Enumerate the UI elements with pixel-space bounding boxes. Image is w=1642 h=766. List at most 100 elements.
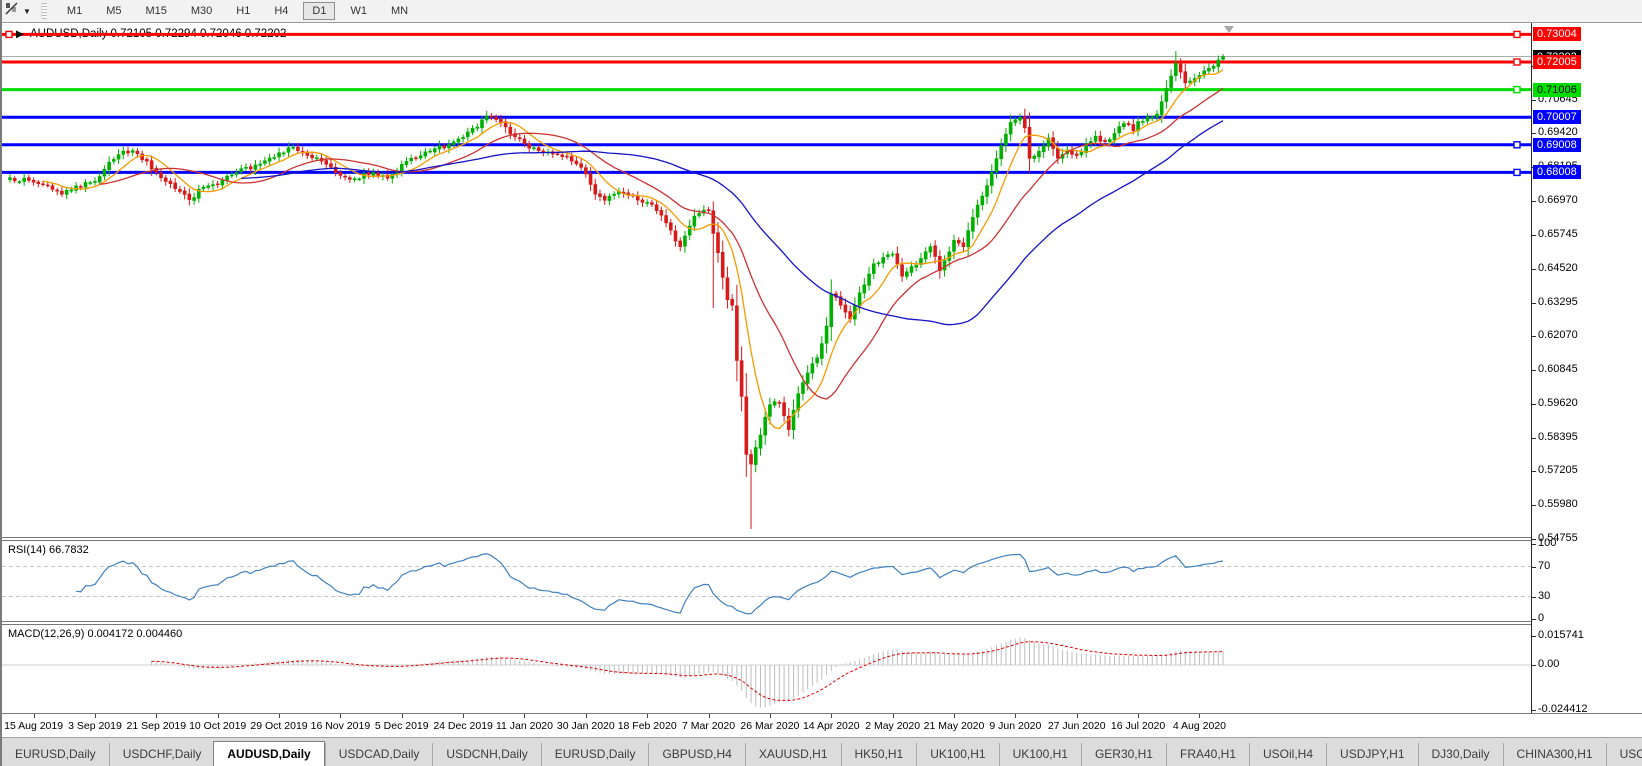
chart-tab-dj30-daily[interactable]: DJ30,Daily: [1418, 743, 1503, 766]
chart-tab-usoil-h4[interactable]: USOil,H4: [1249, 743, 1326, 766]
date-tick-mark: [1199, 714, 1200, 718]
date-tick-mark: [156, 714, 157, 718]
axis-tick-mark: [1532, 235, 1536, 236]
price-tick-label: 0.59620: [1538, 397, 1578, 409]
date-label: 7 Mar 2020: [682, 720, 735, 732]
chart-tab-ger30-h1[interactable]: GER30,H1: [1081, 743, 1166, 766]
date-axis[interactable]: 15 Aug 20193 Sep 201921 Sep 201910 Oct 2…: [2, 714, 1531, 737]
axis-tick-mark: [1532, 370, 1536, 371]
date-label: 15 Aug 2019: [4, 720, 63, 732]
date-label: 27 Jun 2020: [1048, 720, 1106, 732]
price-tick-label: 0.58395: [1538, 431, 1578, 443]
price-pane[interactable]: AUDUSD,Daily 0.72105 0.72294 0.72046 0.7…: [2, 23, 1531, 537]
chart-tab-usdchf-daily[interactable]: USDCHF,Daily: [109, 743, 215, 766]
level-price-label: 0.70007: [1533, 110, 1581, 124]
crosshair-pointer-icon[interactable]: [4, 1, 19, 21]
date-tick-mark: [34, 714, 35, 718]
horizontal-level-lines[interactable]: [2, 34, 1531, 172]
chart-tab-bar: EURUSD,DailyUSDCHF,DailyAUDUSD,DailyUSDC…: [2, 737, 1642, 766]
chart-tab-gbpusd-h4[interactable]: GBPUSD,H4: [648, 743, 744, 766]
date-label: 9 Jun 2020: [989, 720, 1041, 732]
line-handles[interactable]: [6, 30, 1520, 175]
price-tick-label: 0.66970: [1538, 194, 1578, 206]
candlesticks: [9, 51, 1225, 529]
date-label: 2 May 2020: [865, 720, 920, 732]
axis-tick-mark: [1532, 636, 1536, 637]
axis-tick-mark: [1532, 567, 1536, 568]
level-price-label: 0.71006: [1533, 83, 1581, 97]
axis-tick-mark: [1532, 710, 1536, 711]
date-tick-mark: [218, 714, 219, 718]
date-tick-mark: [770, 714, 771, 718]
date-tick-mark: [709, 714, 710, 718]
date-tick-mark: [954, 714, 955, 718]
macd-tick-label: 0.00: [1538, 658, 1559, 670]
axis-tick-mark: [1532, 539, 1536, 540]
chart-shift-marker-icon[interactable]: [1224, 26, 1234, 33]
timeframe-button-m15[interactable]: M15: [136, 2, 175, 20]
date-tick-mark: [95, 714, 96, 718]
price-axis[interactable]: 0.718700.706450.694200.681950.669700.657…: [1531, 23, 1642, 713]
price-tick-label: 0.57205: [1538, 464, 1578, 476]
chart-tab-usdcnh-daily[interactable]: USDCNH,Daily: [432, 743, 540, 766]
date-tick-mark: [279, 714, 280, 718]
chart-tab-eurusd-daily[interactable]: EURUSD,Daily: [541, 743, 649, 766]
price-tick-label: 0.64520: [1538, 262, 1578, 274]
date-label: 29 Oct 2019: [250, 720, 307, 732]
moving-average-lines: [43, 70, 1223, 429]
timeframe-button-w1[interactable]: W1: [341, 2, 376, 20]
chart-tab-usdjpy-h1[interactable]: USDJPY,H1: [1326, 743, 1417, 766]
date-label: 24 Dec 2019: [433, 720, 493, 732]
price-tick-label: 0.63295: [1538, 296, 1578, 308]
chart-tab-eurusd-daily[interactable]: EURUSD,Daily: [2, 743, 109, 766]
level-price-label: 0.73004: [1533, 27, 1581, 41]
timeframe-button-m1[interactable]: M1: [58, 2, 91, 20]
rsi-plot[interactable]: [2, 541, 1531, 621]
price-tick-label: 0.65745: [1538, 228, 1578, 240]
axis-tick-mark: [1532, 100, 1536, 101]
timeframe-button-m30[interactable]: M30: [182, 2, 221, 20]
timeframe-button-d1[interactable]: D1: [303, 2, 335, 20]
date-label: 30 Jan 2020: [557, 720, 615, 732]
rsi-label: RSI(14) 66.7832: [8, 544, 89, 556]
axis-tick-mark: [1532, 201, 1536, 202]
chart-tab-usoil-h1[interactable]: USOil,H1: [1606, 743, 1642, 766]
rsi-tick-label: 30: [1538, 590, 1550, 602]
rsi-tick-label: 70: [1538, 560, 1550, 572]
date-tick-mark: [831, 714, 832, 718]
macd-tick-label: -0.024412: [1538, 703, 1588, 715]
date-tick-mark: [893, 714, 894, 718]
timeframe-button-h1[interactable]: H1: [227, 2, 259, 20]
date-label: 21 May 2020: [924, 720, 985, 732]
axis-tick-mark: [1532, 438, 1536, 439]
axis-tick-mark: [1532, 404, 1536, 405]
date-tick-mark: [1077, 714, 1078, 718]
timeframe-button-m5[interactable]: M5: [97, 2, 130, 20]
chart-tab-uk100-h1[interactable]: UK100,H1: [999, 743, 1081, 766]
date-label: 16 Nov 2019: [311, 720, 371, 732]
chart-tab-fra40-h1[interactable]: FRA40,H1: [1166, 743, 1249, 766]
macd-plot[interactable]: [2, 625, 1531, 713]
chart-tab-uk100-h1[interactable]: UK100,H1: [916, 743, 998, 766]
price-chart-plot[interactable]: AUDUSD,Daily 0.72105 0.72294 0.72046 0.7…: [2, 23, 1531, 537]
axis-tick-mark: [1532, 471, 1536, 472]
date-label: 10 Oct 2019: [189, 720, 246, 732]
chart-tab-audusd-daily[interactable]: AUDUSD,Daily: [213, 741, 324, 766]
date-tick-mark: [402, 714, 403, 718]
chart-tab-hk50-h1[interactable]: HK50,H1: [841, 743, 917, 766]
date-label: 26 Mar 2020: [740, 720, 799, 732]
date-label: 21 Sep 2019: [127, 720, 187, 732]
chart-tab-usdcad-daily[interactable]: USDCAD,Daily: [325, 743, 433, 766]
date-tick-mark: [586, 714, 587, 718]
timeframe-button-h4[interactable]: H4: [265, 2, 297, 20]
price-tick-label: 0.62070: [1538, 329, 1578, 341]
axis-tick-mark: [1532, 619, 1536, 620]
timeframe-button-mn[interactable]: MN: [382, 2, 417, 20]
chart-tab-china300-h1[interactable]: CHINA300,H1: [1503, 743, 1606, 766]
chart-tab-xauusd-h1[interactable]: XAUUSD,H1: [745, 743, 841, 766]
rsi-pane[interactable]: RSI(14) 66.7832: [2, 541, 1531, 621]
axis-tick-mark: [1532, 665, 1536, 666]
macd-pane[interactable]: MACD(12,26,9) 0.004172 0.004460: [2, 625, 1531, 713]
axis-tick-mark: [1532, 269, 1536, 270]
chevron-down-icon[interactable]: ▼: [23, 7, 31, 16]
